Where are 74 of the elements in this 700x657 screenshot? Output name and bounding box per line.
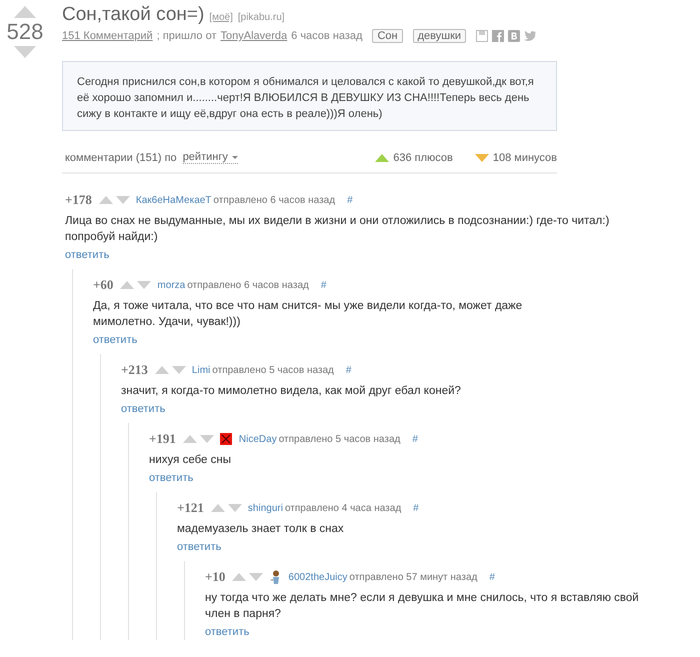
comment-text: Да, я тоже читала, что все что нам снится- мы уже видели когда-то, может даже мимолетно. Удачи, чувак!))) [93, 299, 524, 330]
minus-count: 108 минусов [492, 152, 557, 164]
permalink[interactable]: # [489, 572, 495, 582]
post-rating: 528 [6, 18, 44, 46]
upvote-icon[interactable] [232, 573, 246, 581]
twitter-icon[interactable] [524, 31, 536, 41]
username-link[interactable]: Как6еНаМекаеТ [136, 194, 212, 206]
plus-icon [375, 154, 390, 162]
reply-link[interactable]: ответить [177, 541, 222, 553]
meta-text: ; пришло от [156, 30, 216, 42]
save-icon[interactable] [476, 30, 488, 42]
plus-count: 636 плюсов [393, 152, 453, 164]
tag-button[interactable]: девушки [412, 29, 466, 43]
comments-count-link[interactable]: 151 Комментарий [62, 30, 153, 42]
sort-dropdown[interactable]: рейтингу [182, 151, 238, 164]
minus-icon [474, 154, 489, 162]
username-link[interactable]: 6002theJuicy [288, 572, 348, 582]
post-time: 6 часов назад [291, 30, 362, 42]
permalink[interactable]: # [413, 502, 419, 514]
comment-time: отправлено 4 часа назад [284, 502, 402, 514]
author-link[interactable]: TonyAlaverda [220, 30, 288, 42]
downvote-icon[interactable] [14, 46, 36, 58]
facebook-icon[interactable] [492, 30, 504, 42]
comment-score: +121 [177, 500, 204, 516]
comment-time: отправлено 6 часов назад [213, 194, 336, 206]
downvote-icon[interactable] [228, 504, 242, 512]
comment-text: Лица во снах не выдуманные, мы их видели в жизни и они отложились в подсознании:) где-то читал:) попробуй найди:) [65, 214, 610, 245]
title-tag-link[interactable]: [pikabu.ru] [238, 12, 285, 23]
comment-score: +178 [65, 192, 92, 208]
caret-icon [232, 156, 238, 158]
upvote-icon[interactable] [120, 281, 134, 289]
permalink[interactable]: # [347, 194, 353, 206]
upvote-icon[interactable] [182, 435, 197, 443]
comment-text: нихуя себе сны [149, 453, 232, 468]
permalink[interactable]: # [346, 364, 352, 376]
downvote-icon[interactable] [172, 366, 186, 374]
comment-time: отправлено 5 часов назад [278, 434, 400, 444]
comment-text: мадемуазель знает толк в снах [177, 522, 345, 537]
comment-score: +60 [93, 277, 114, 293]
username-link[interactable]: morza [157, 280, 186, 290]
username-link[interactable]: NiceDay [238, 434, 277, 444]
permalink[interactable]: # [320, 280, 326, 290]
comment-score: +10 [205, 569, 226, 585]
downvote-icon[interactable] [249, 573, 264, 581]
comment-time: отправлено 5 часов назад [212, 364, 334, 376]
comment-score: +213 [121, 362, 148, 378]
downvote-icon[interactable] [137, 281, 152, 289]
reply-link[interactable]: ответить [93, 334, 138, 346]
title-tag-link[interactable]: [моё] [209, 12, 233, 23]
comment-text: ну тогда что же делать мне? если я девушка и мне снилось, что я вставляю свой член в парня? [205, 591, 640, 622]
upvote-icon[interactable] [14, 6, 36, 18]
vk-icon[interactable] [508, 30, 520, 42]
reply-link[interactable]: ответить [121, 403, 166, 415]
upvote-icon[interactable] [210, 504, 225, 512]
downvote-icon[interactable] [116, 196, 130, 204]
comment-time: отправлено 6 часов назад [187, 280, 309, 290]
post-body: Сегодня приснился сон,в котором я обнимался и целовался с какой то девушкой,дк вот,я её хорошо запомнил и........черт!Я ВЛЮБИЛСЯ В ДЕВУШКУ ИЗ СНА!!!!Теперь весь день сижу в контакте и ищу её,вдруг она есть в реале)))Я олень) [62, 61, 557, 131]
comment-time: отправлено 57 минут назад [349, 572, 478, 582]
permalink[interactable]: # [412, 434, 418, 444]
tag-button[interactable]: Сон [372, 29, 403, 43]
avatar-icon [269, 570, 282, 584]
upvote-icon[interactable] [154, 366, 169, 374]
broken-image-icon [220, 433, 232, 445]
reply-link[interactable]: ответить [65, 249, 110, 261]
post-title: Сон,такой сон=) [62, 4, 204, 26]
downvote-icon[interactable] [200, 435, 214, 443]
username-link[interactable]: shinguri [248, 502, 283, 514]
comments-label: комментарии (151) по [65, 152, 177, 164]
upvote-icon[interactable] [98, 196, 113, 204]
comment-score: +191 [149, 431, 176, 447]
comment-text: значит, я когда-то мимолетно видела, как мой друг ебал коней? [121, 384, 462, 399]
reply-link[interactable]: ответить [205, 626, 250, 638]
username-link[interactable]: Limi [192, 364, 210, 376]
reply-link[interactable]: ответить [149, 472, 194, 484]
